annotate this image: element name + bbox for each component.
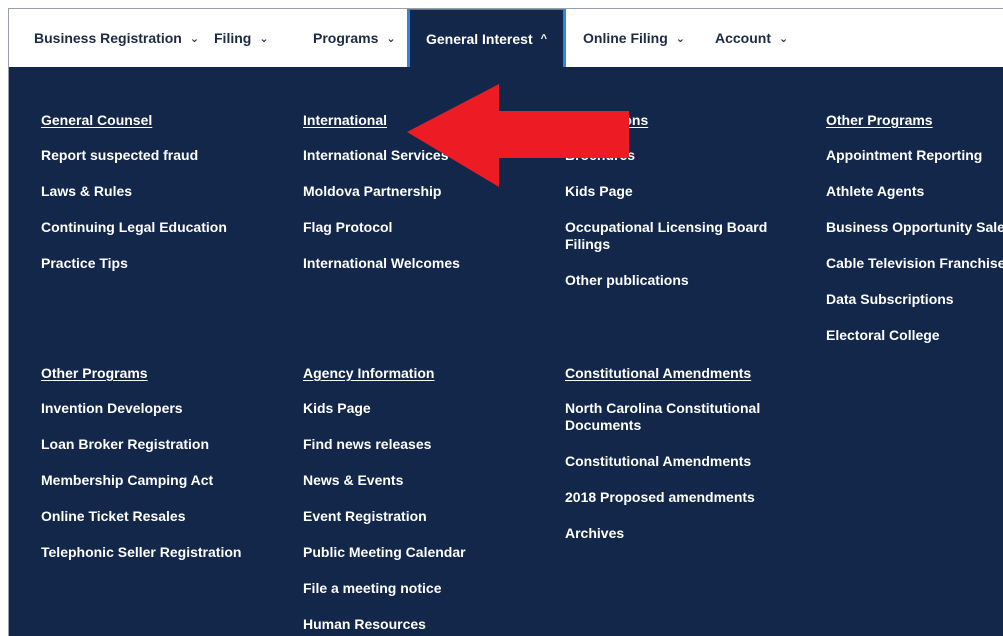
nav-account[interactable]: Account ⌄ <box>715 9 788 67</box>
menu-link[interactable]: Flag Protocol <box>303 219 460 236</box>
nav-label: Account <box>715 30 771 46</box>
nav-general-interest[interactable]: General Interest ^ <box>407 9 567 68</box>
top-navigation: Business Registration ⌄ Filing ⌄ Program… <box>9 9 1003 68</box>
menu-link[interactable]: Athlete Agents <box>826 183 1003 200</box>
menu-link[interactable]: Constitutional Amendments <box>565 453 775 470</box>
menu-column-constitutional-amendments: Constitutional Amendments North Carolina… <box>565 365 775 561</box>
menu-column-other-programs-2: Other Programs Invention Developers Loan… <box>41 365 241 580</box>
menu-heading[interactable]: General Counsel <box>41 112 227 128</box>
menu-link[interactable]: Online Ticket Resales <box>41 508 241 525</box>
menu-link[interactable]: Find news releases <box>303 436 466 453</box>
menu-column-other-programs: Other Programs Appointment Reporting Ath… <box>826 112 1003 363</box>
menu-link[interactable]: Human Resources <box>303 616 466 633</box>
menu-link[interactable]: Archives <box>565 525 775 542</box>
nav-label: Filing <box>214 30 252 46</box>
nav-business-registration[interactable]: Business Registration ⌄ <box>34 9 199 67</box>
menu-heading[interactable]: Other Programs <box>41 365 241 381</box>
menu-link[interactable]: Report suspected fraud <box>41 147 227 164</box>
nav-label: Business Registration <box>34 30 182 46</box>
menu-link[interactable]: Laws & Rules <box>41 183 227 200</box>
menu-link[interactable]: Appointment Reporting <box>826 147 1003 164</box>
menu-link[interactable]: Event Registration <box>303 508 466 525</box>
red-arrow-icon <box>407 84 629 187</box>
menu-heading[interactable]: Agency Information <box>303 365 466 381</box>
menu-link[interactable]: Occupational Licensing Board Filings <box>565 219 775 253</box>
menu-link[interactable]: Practice Tips <box>41 255 227 272</box>
nav-label: Programs <box>313 30 379 46</box>
menu-link[interactable]: Electoral College <box>826 327 1003 344</box>
browser-viewport: Business Registration ⌄ Filing ⌄ Program… <box>8 8 1003 636</box>
menu-column-general-counsel: General Counsel Report suspected fraud L… <box>41 112 227 291</box>
chevron-down-icon: ⌄ <box>779 32 789 45</box>
nav-filing[interactable]: Filing ⌄ <box>214 9 269 67</box>
menu-link[interactable]: Membership Camping Act <box>41 472 241 489</box>
chevron-down-icon: ⌄ <box>386 32 396 45</box>
menu-link[interactable]: Loan Broker Registration <box>41 436 241 453</box>
menu-link[interactable]: 2018 Proposed amendments <box>565 489 775 506</box>
menu-heading[interactable]: Other Programs <box>826 112 1003 128</box>
chevron-down-icon: ⌄ <box>259 32 269 45</box>
menu-heading[interactable]: Constitutional Amendments <box>565 365 775 381</box>
chevron-down-icon: ⌄ <box>189 32 200 45</box>
nav-online-filing[interactable]: Online Filing ⌄ <box>583 9 685 67</box>
menu-link[interactable]: News & Events <box>303 472 466 489</box>
nav-programs[interactable]: Programs ⌄ <box>313 9 396 67</box>
menu-link[interactable]: Other publications <box>565 272 775 289</box>
menu-link[interactable]: File a meeting notice <box>303 580 466 597</box>
menu-column-agency-information: Agency Information Kids Page Find news r… <box>303 365 466 636</box>
menu-link[interactable]: North Carolina Constitutional Documents <box>565 400 775 434</box>
nav-label: Online Filing <box>583 30 668 46</box>
menu-link[interactable]: Invention Developers <box>41 400 241 417</box>
menu-link[interactable]: Cable Television Franchises <box>826 255 1003 272</box>
chevron-up-icon: ^ <box>540 33 548 45</box>
menu-link[interactable]: Telephonic Seller Registration <box>41 544 241 561</box>
menu-link[interactable]: Continuing Legal Education <box>41 219 227 236</box>
menu-link[interactable]: Public Meeting Calendar <box>303 544 466 561</box>
chevron-down-icon: ⌄ <box>675 32 685 45</box>
menu-link[interactable]: Data Subscriptions <box>826 291 1003 308</box>
menu-link[interactable]: International Welcomes <box>303 255 460 272</box>
menu-link[interactable]: Kids Page <box>303 400 466 417</box>
menu-link[interactable]: Business Opportunity Sales <box>826 219 1003 236</box>
nav-label: General Interest <box>426 31 533 47</box>
